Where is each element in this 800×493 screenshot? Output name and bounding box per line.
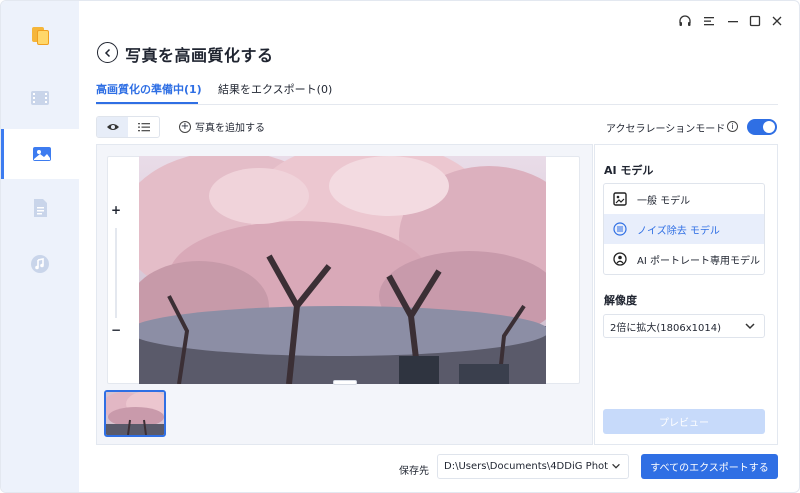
app-window: 写真を高画質化する 高画質化の準備中(1) 結果をエクスポート(0) + 写真を… (0, 0, 800, 493)
back-button[interactable] (97, 42, 118, 63)
add-photo-label: 写真を追加する (195, 123, 265, 134)
chevron-left-icon (104, 48, 110, 57)
acceleration-mode-toggle[interactable] (747, 119, 777, 135)
resolution-value: 2倍に拡大(1806x1014) (610, 322, 721, 334)
save-location-label: 保存先 (399, 466, 429, 477)
eye-icon (106, 124, 119, 130)
model-option-label: ノイズ除去 モデル (637, 225, 720, 237)
tab-preparing[interactable]: 高画質化の準備中(1) (96, 81, 202, 97)
close-icon[interactable] (769, 13, 785, 29)
sidebar-item-video[interactable] (1, 73, 79, 123)
app-logo (32, 25, 50, 45)
image-frame-icon (612, 191, 628, 207)
preview-image (139, 156, 546, 384)
menu-icon[interactable] (701, 13, 717, 29)
chevron-down-icon (745, 323, 755, 330)
view-toggle (96, 116, 160, 138)
model-option-denoise[interactable]: ノイズ除去 モデル (604, 214, 764, 244)
maximize-icon[interactable] (747, 13, 763, 29)
video-icon (31, 91, 49, 105)
page-title: 写真を高画質化する (125, 46, 274, 65)
resolution-heading: 解像度 (604, 294, 637, 307)
info-icon[interactable]: i (727, 121, 738, 132)
chevron-down-icon (608, 460, 622, 472)
model-option-label: 一般 モデル (637, 195, 691, 207)
sidebar-item-document[interactable] (1, 183, 79, 233)
tab-export-results[interactable]: 結果をエクスポート(0) (218, 81, 332, 97)
music-icon (31, 255, 49, 273)
model-list: 一般 モデル ノイズ除去 モデル AI ポートレート専用モデル (603, 183, 765, 275)
export-all-button[interactable]: すべてのエクスポートする (641, 454, 778, 479)
model-option-portrait[interactable]: AI ポートレート専用モデル (604, 244, 764, 274)
zoom-out-button[interactable]: − (109, 323, 123, 337)
resolution-select[interactable]: 2倍に拡大(1806x1014) (603, 314, 765, 338)
image-thumbnail[interactable] (104, 390, 166, 437)
model-option-general[interactable]: 一般 モデル (604, 184, 764, 214)
preview-button[interactable]: プレビュー (603, 409, 765, 434)
sidebar-item-image[interactable] (1, 129, 79, 179)
sidebar (1, 1, 79, 492)
preview-split-handle[interactable] (333, 380, 357, 385)
document-icon (34, 199, 47, 217)
sidebar-item-music[interactable] (1, 239, 79, 289)
minimize-icon[interactable] (725, 13, 741, 29)
list-view-button[interactable] (128, 117, 159, 137)
preview-view-button[interactable] (97, 117, 128, 137)
ai-model-heading: AI モデル (604, 164, 654, 177)
add-circle-icon: + (179, 120, 191, 133)
acceleration-mode-label: アクセラレーションモード (606, 124, 726, 135)
support-headset-icon[interactable] (677, 13, 693, 29)
image-icon (32, 147, 51, 161)
save-path-value: D:\Users\Documents\4DDiG Phot... (444, 461, 618, 472)
tabs-divider (96, 104, 778, 105)
add-photo-button[interactable]: + 写真を追加する (179, 119, 265, 134)
portrait-icon (612, 251, 628, 267)
model-option-label: AI ポートレート専用モデル (637, 255, 760, 267)
denoise-icon (612, 221, 628, 237)
save-path-select[interactable]: D:\Users\Documents\4DDiG Phot... (437, 454, 629, 479)
zoom-in-button[interactable]: + (109, 203, 123, 217)
zoom-slider[interactable] (115, 228, 117, 318)
list-icon (137, 123, 150, 132)
